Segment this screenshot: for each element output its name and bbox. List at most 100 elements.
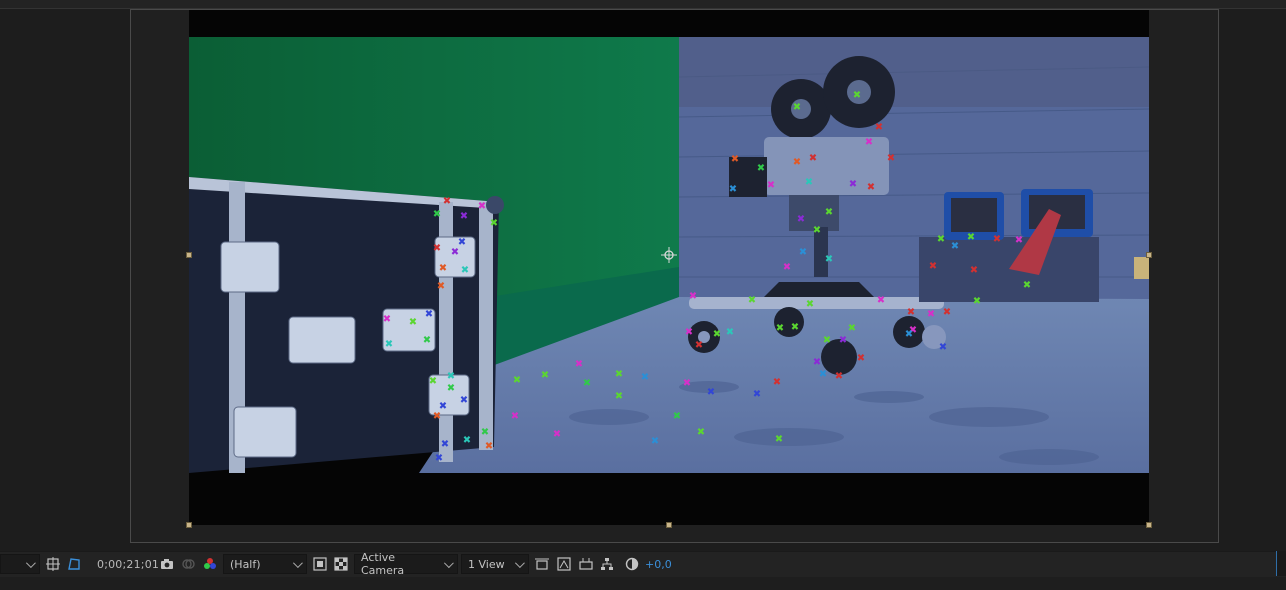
svg-text:✖: ✖ bbox=[776, 323, 784, 334]
svg-text:✖: ✖ bbox=[809, 153, 817, 164]
svg-text:✖: ✖ bbox=[409, 317, 417, 328]
svg-text:✖: ✖ bbox=[875, 122, 883, 133]
viewer-toolbar: 0;00;21;01 (Half) Active Camera 1 View +… bbox=[0, 551, 1286, 577]
svg-text:✖: ✖ bbox=[443, 196, 451, 207]
svg-text:✖: ✖ bbox=[726, 327, 734, 338]
svg-text:✖: ✖ bbox=[615, 391, 623, 402]
svg-text:✖: ✖ bbox=[791, 322, 799, 333]
svg-text:✖: ✖ bbox=[867, 182, 875, 193]
svg-text:✖: ✖ bbox=[695, 340, 703, 351]
svg-text:✖: ✖ bbox=[905, 329, 913, 340]
layer-handle-top-right[interactable] bbox=[1146, 252, 1152, 258]
svg-text:✖: ✖ bbox=[767, 180, 775, 191]
current-time-display[interactable]: 0;00;21;01 bbox=[97, 554, 159, 574]
camera-snapshot-icon[interactable] bbox=[160, 557, 174, 571]
svg-text:✖: ✖ bbox=[929, 261, 937, 272]
svg-text:✖: ✖ bbox=[439, 263, 447, 274]
svg-text:✖: ✖ bbox=[683, 378, 691, 389]
svg-text:✖: ✖ bbox=[697, 427, 705, 438]
svg-text:✖: ✖ bbox=[447, 383, 455, 394]
svg-text:✖: ✖ bbox=[425, 309, 433, 320]
svg-text:✖: ✖ bbox=[460, 395, 468, 406]
resolution-dropdown[interactable]: (Half) bbox=[223, 554, 307, 574]
layer-handle-bottom-right[interactable] bbox=[1146, 522, 1152, 528]
svg-text:✖: ✖ bbox=[481, 427, 489, 438]
svg-text:✖: ✖ bbox=[797, 214, 805, 225]
svg-text:✖: ✖ bbox=[490, 218, 498, 229]
svg-text:✖: ✖ bbox=[753, 389, 761, 400]
svg-text:✖: ✖ bbox=[793, 102, 801, 113]
svg-text:✖: ✖ bbox=[435, 453, 443, 464]
status-bar bbox=[0, 577, 1286, 590]
svg-text:✖: ✖ bbox=[651, 436, 659, 447]
svg-text:✖: ✖ bbox=[835, 371, 843, 382]
svg-text:✖: ✖ bbox=[615, 369, 623, 380]
svg-text:✖: ✖ bbox=[478, 201, 486, 212]
svg-text:✖: ✖ bbox=[813, 225, 821, 236]
svg-text:✖: ✖ bbox=[673, 411, 681, 422]
region-of-interest-icon[interactable] bbox=[313, 557, 327, 571]
svg-text:✖: ✖ bbox=[433, 411, 441, 422]
show-snapshot-icon[interactable] bbox=[181, 557, 195, 571]
mask-path-icon[interactable] bbox=[67, 557, 81, 571]
transparency-grid-icon[interactable] bbox=[334, 557, 348, 571]
svg-text:✖: ✖ bbox=[805, 177, 813, 188]
svg-text:✖: ✖ bbox=[825, 207, 833, 218]
panel-edge-indicator bbox=[1276, 551, 1286, 576]
svg-text:✖: ✖ bbox=[460, 211, 468, 222]
svg-text:✖: ✖ bbox=[757, 163, 765, 174]
svg-text:✖: ✖ bbox=[839, 335, 847, 346]
svg-text:✖: ✖ bbox=[825, 254, 833, 265]
svg-text:✖: ✖ bbox=[783, 262, 791, 273]
reset-exposure-icon[interactable] bbox=[625, 557, 639, 571]
exposure-value[interactable]: +0,0 bbox=[645, 554, 672, 574]
color-channels-icon[interactable] bbox=[203, 557, 217, 571]
svg-text:✖: ✖ bbox=[575, 359, 583, 370]
svg-text:✖: ✖ bbox=[865, 137, 873, 148]
svg-text:✖: ✖ bbox=[748, 295, 756, 306]
layer-handle-top-left[interactable] bbox=[186, 252, 192, 258]
svg-text:✖: ✖ bbox=[447, 371, 455, 382]
svg-text:✖: ✖ bbox=[731, 154, 739, 165]
grid-guides-icon[interactable] bbox=[46, 557, 60, 571]
svg-text:✖: ✖ bbox=[806, 299, 814, 310]
svg-text:✖: ✖ bbox=[937, 234, 945, 245]
svg-text:✖: ✖ bbox=[943, 307, 951, 318]
svg-text:✖: ✖ bbox=[441, 439, 449, 450]
svg-text:✖: ✖ bbox=[819, 369, 827, 380]
svg-text:✖: ✖ bbox=[853, 90, 861, 101]
svg-text:✖: ✖ bbox=[689, 291, 697, 302]
svg-text:✖: ✖ bbox=[641, 372, 649, 383]
svg-text:✖: ✖ bbox=[775, 434, 783, 445]
view-value: Active Camera bbox=[361, 551, 405, 577]
layer-handle-bottom-center[interactable] bbox=[666, 522, 672, 528]
svg-text:✖: ✖ bbox=[385, 339, 393, 350]
anchor-point-icon[interactable] bbox=[661, 247, 677, 263]
svg-text:✖: ✖ bbox=[823, 335, 831, 346]
toggle-pixel-aspect-icon[interactable] bbox=[535, 557, 549, 571]
svg-text:✖: ✖ bbox=[857, 353, 865, 364]
magnification-dropdown[interactable] bbox=[0, 554, 40, 574]
flowchart-icon[interactable] bbox=[600, 557, 614, 571]
chevron-down-icon bbox=[25, 557, 36, 568]
svg-text:✖: ✖ bbox=[685, 327, 693, 338]
composition-canvas[interactable]: ✖ ✖ ✖ ✖ ✖ ✖ ✖ ✖ ✖ ✖ ✖ ✖ ✖ ✖ ✖ ✖ ✖ ✖ ✖ ✖ ✖ ✖ ✖ ✖ ✖ ✖ ✖… bbox=[189, 10, 1149, 525]
svg-text:✖: ✖ bbox=[383, 314, 391, 325]
resolution-value: (Half) bbox=[230, 557, 261, 571]
svg-text:✖: ✖ bbox=[541, 370, 549, 381]
svg-text:✖: ✖ bbox=[553, 429, 561, 440]
fast-preview-icon[interactable] bbox=[557, 557, 571, 571]
svg-text:✖: ✖ bbox=[939, 342, 947, 353]
svg-text:✖: ✖ bbox=[1023, 280, 1031, 291]
svg-text:✖: ✖ bbox=[583, 378, 591, 389]
layer-handle-bottom-left[interactable] bbox=[186, 522, 192, 528]
view-dropdown[interactable]: Active Camera bbox=[354, 551, 458, 577]
svg-text:✖: ✖ bbox=[967, 232, 975, 243]
svg-text:✖: ✖ bbox=[848, 323, 856, 334]
layout-dropdown[interactable]: 1 View bbox=[461, 554, 529, 574]
3d-draft-icon[interactable] bbox=[579, 557, 593, 571]
layout-value: 1 View bbox=[468, 557, 505, 571]
svg-text:✖: ✖ bbox=[423, 335, 431, 346]
svg-text:✖: ✖ bbox=[485, 441, 493, 452]
svg-text:✖: ✖ bbox=[511, 411, 519, 422]
